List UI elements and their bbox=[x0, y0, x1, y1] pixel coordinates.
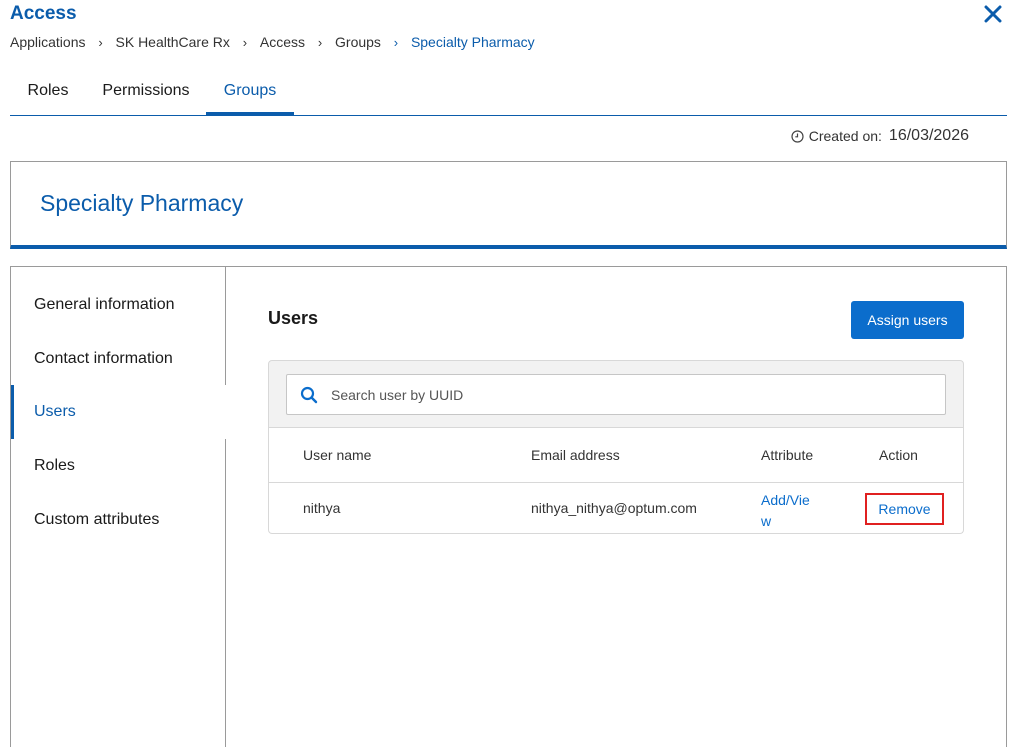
column-header-email: Email address bbox=[531, 447, 620, 463]
search-panel bbox=[268, 360, 964, 428]
breadcrumb: Applications › SK HealthCare Rx › Access… bbox=[10, 34, 535, 50]
table-row: nithya nithya_nithya@optum.com Add/Vie w… bbox=[269, 483, 963, 533]
assign-users-button[interactable]: Assign users bbox=[851, 301, 964, 339]
add-view-attribute-link[interactable]: Add/Vie w bbox=[761, 490, 810, 532]
users-table: User name Email address Attribute Action… bbox=[268, 428, 964, 534]
attribute-link-line1: Add/Vie bbox=[761, 492, 810, 508]
created-label: Created on: bbox=[808, 128, 882, 144]
created-date: 16/03/2026 bbox=[888, 127, 969, 144]
attribute-link-line2: w bbox=[761, 513, 772, 529]
group-content-panel: General information Contact information … bbox=[10, 266, 1007, 747]
side-navigation: General information Contact information … bbox=[11, 267, 227, 747]
close-icon bbox=[984, 5, 1002, 23]
breadcrumb-application[interactable]: SK HealthCare Rx bbox=[116, 34, 230, 50]
chevron-right-icon: › bbox=[317, 34, 323, 50]
breadcrumb-current: Specialty Pharmacy bbox=[410, 34, 535, 50]
sidenav-item-roles[interactable]: Roles bbox=[11, 439, 226, 493]
tab-roles[interactable]: Roles bbox=[10, 70, 86, 116]
chevron-right-icon: › bbox=[98, 34, 103, 50]
sidenav-item-general-information[interactable]: General information bbox=[11, 278, 226, 332]
page-title: Access bbox=[10, 3, 77, 24]
sidenav-item-contact-information[interactable]: Contact information bbox=[11, 332, 226, 386]
user-name-cell: nithya bbox=[303, 500, 341, 516]
sidenav-item-custom-attributes[interactable]: Custom attributes bbox=[11, 493, 226, 547]
search-icon bbox=[287, 374, 331, 415]
tab-bar: Roles Permissions Groups bbox=[10, 70, 1007, 116]
group-title: Specialty Pharmacy bbox=[40, 190, 244, 216]
email-cell: nithya_nithya@optum.com bbox=[531, 500, 697, 516]
close-button[interactable] bbox=[978, 0, 1008, 28]
created-info: Created on: 16/03/2026 bbox=[791, 127, 969, 145]
breadcrumb-applications[interactable]: Applications bbox=[10, 34, 86, 50]
column-header-attribute: Attribute bbox=[761, 447, 814, 463]
column-header-action: Action bbox=[879, 447, 918, 463]
search-input[interactable] bbox=[331, 386, 931, 403]
search-box[interactable] bbox=[286, 374, 946, 415]
remove-user-button[interactable]: Remove bbox=[865, 493, 944, 525]
chevron-right-icon: › bbox=[393, 34, 399, 50]
sidenav-item-users[interactable]: Users bbox=[11, 385, 227, 439]
breadcrumb-groups[interactable]: Groups bbox=[335, 34, 381, 50]
column-header-user-name: User name bbox=[303, 447, 372, 463]
breadcrumb-access[interactable]: Access bbox=[260, 34, 305, 50]
chevron-right-icon: › bbox=[242, 34, 248, 50]
tab-groups[interactable]: Groups bbox=[206, 70, 294, 116]
users-section-title: Users bbox=[268, 308, 319, 328]
group-header-card: Specialty Pharmacy bbox=[10, 161, 1007, 249]
clock-icon bbox=[791, 129, 804, 143]
table-header: User name Email address Attribute Action bbox=[269, 428, 963, 483]
tab-permissions[interactable]: Permissions bbox=[90, 70, 202, 116]
